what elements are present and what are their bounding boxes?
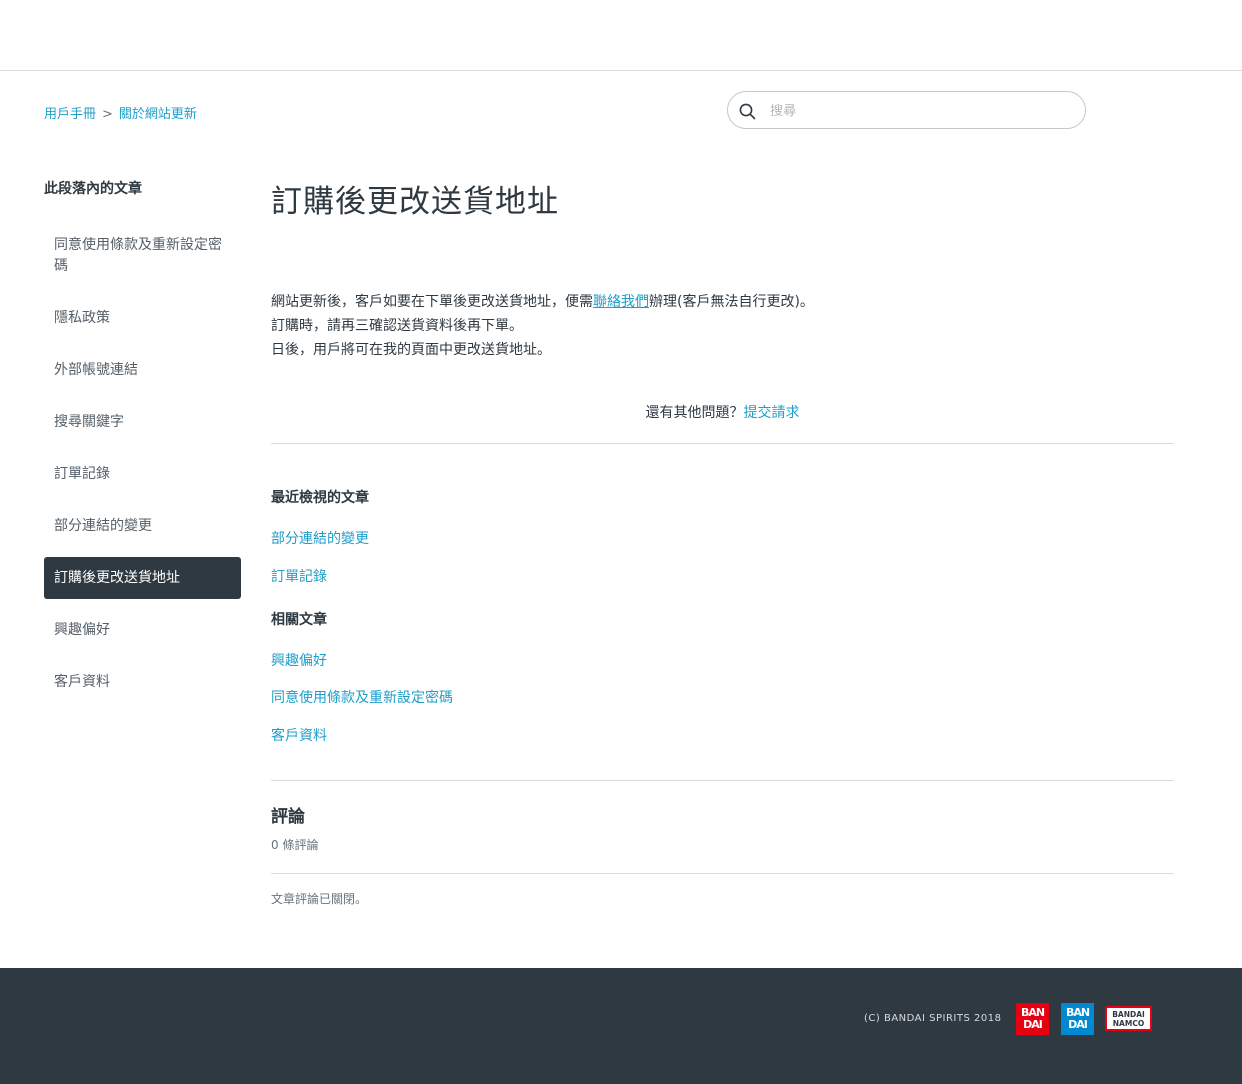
logo-text: DAI: [1023, 1018, 1043, 1031]
article-title: 訂購後更改送貨地址: [271, 184, 559, 220]
sidebar-item-link-changes[interactable]: 部分連結的變更: [44, 505, 241, 547]
sidebar-title: 此段落內的文章: [44, 181, 142, 197]
recent-article-link[interactable]: 部分連結的變更: [271, 529, 1174, 549]
sidebar-item-customer-info[interactable]: 客戶資料: [44, 661, 241, 703]
logo-text: NAMCO: [1112, 1019, 1145, 1028]
sidebar-item-privacy-policy[interactable]: 隱私政策: [44, 297, 241, 339]
sidebar-item-search-keywords[interactable]: 搜尋關鍵字: [44, 401, 241, 443]
sidebar-item-interests[interactable]: 興趣偏好: [44, 609, 241, 651]
sidebar-item-order-history[interactable]: 訂單記錄: [44, 453, 241, 495]
paragraph-text: 辦理(客戶無法自行更改)。: [649, 294, 814, 310]
breadcrumb-separator: >: [102, 107, 113, 122]
recent-article-link[interactable]: 訂單記錄: [271, 567, 1174, 587]
divider: [271, 443, 1174, 444]
breadcrumb-item-user-manual[interactable]: 用戶手冊: [44, 107, 96, 122]
sidebar-item-change-shipping-address[interactable]: 訂購後更改送貨地址: [44, 557, 241, 599]
sidebar-item-terms-password-reset[interactable]: 同意使用條款及重新設定密碼: [44, 224, 241, 287]
related-articles-title: 相關文章: [271, 612, 327, 628]
comments-count: 0 條評論: [271, 838, 319, 852]
related-article-link[interactable]: 興趣偏好: [271, 651, 1174, 671]
divider: [271, 780, 1174, 781]
sidebar-item-external-account-link[interactable]: 外部帳號連結: [44, 349, 241, 391]
breadcrumb-item-site-update[interactable]: 關於網站更新: [119, 107, 197, 122]
more-questions: 還有其他問題？提交請求: [271, 402, 1174, 422]
bandai-logo-blue[interactable]: BAN DAI: [1061, 1003, 1094, 1035]
contact-us-link[interactable]: 聯絡我們: [593, 294, 649, 310]
breadcrumb: 用戶手冊 > 關於網站更新: [44, 103, 197, 122]
paragraph-text: 網站更新後，客戶如要在下單後更改送貨地址，便需: [271, 294, 593, 310]
comments-title: 評論: [271, 807, 305, 827]
article-paragraph-1: 網站更新後，客戶如要在下單後更改送貨地址，便需聯絡我們辦理(客戶無法自行更改)。: [271, 290, 1174, 314]
article-main: 訂購後更改送貨地址 網站更新後，客戶如要在下單後更改送貨地址，便需聯絡我們辦理(…: [271, 180, 1174, 907]
copyright-text: (C) BANDAI SPIRITS 2018: [864, 1013, 1002, 1024]
submit-request-link[interactable]: 提交請求: [744, 405, 800, 421]
comments-closed-notice: 文章評論已關閉。: [271, 892, 368, 906]
divider: [271, 873, 1174, 874]
article-paragraph-3: 日後，用戶將可在我的頁面中更改送貨地址。: [271, 342, 551, 358]
article-body: 網站更新後，客戶如要在下單後更改送貨地址，便需聯絡我們辦理(客戶無法自行更改)。…: [271, 290, 1174, 362]
logo-text: BANDAI: [1112, 1010, 1145, 1019]
related-article-link[interactable]: 同意使用條款及重新設定密碼: [271, 688, 1174, 708]
sidebar-section-articles: 此段落內的文章 同意使用條款及重新設定密碼 隱私政策 外部帳號連結 搜尋關鍵字 …: [44, 178, 241, 713]
related-article-link[interactable]: 客戶資料: [271, 726, 1174, 746]
article-paragraph-2: 訂購時，請再三確認送貨資料後再下單。: [271, 318, 523, 334]
bandai-logo-red[interactable]: BAN DAI: [1016, 1003, 1049, 1035]
top-header-bar: [0, 0, 1242, 71]
bandai-namco-logo[interactable]: BANDAI NAMCO: [1105, 1006, 1152, 1031]
search-box[interactable]: [727, 91, 1086, 129]
page-footer: (C) BANDAI SPIRITS 2018 BAN DAI BAN DAI …: [0, 968, 1242, 1084]
more-questions-text: 還有其他問題？: [645, 405, 744, 421]
search-icon: [739, 103, 756, 120]
logo-text: DAI: [1068, 1018, 1088, 1031]
search-input[interactable]: [768, 99, 1072, 123]
recent-articles-title: 最近檢視的文章: [271, 490, 369, 506]
